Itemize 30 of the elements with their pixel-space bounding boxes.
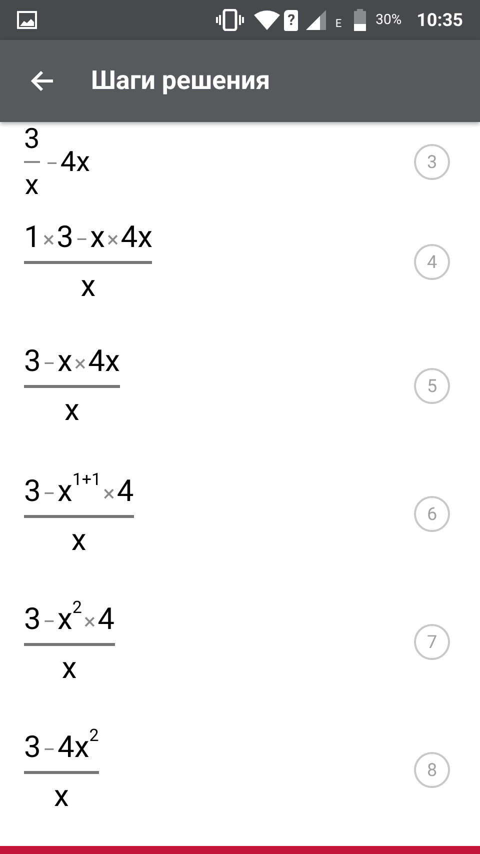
step-number: 8	[414, 752, 450, 788]
denominator: x	[24, 771, 99, 812]
clock: 10:35	[416, 8, 463, 32]
step-number: 4	[414, 244, 450, 280]
denominator: x	[24, 643, 115, 684]
back-arrow-icon	[30, 70, 54, 92]
step-number: 3	[414, 144, 450, 180]
screen-title: Шаги решения	[91, 64, 270, 98]
step-number: 5	[414, 368, 450, 404]
denominator: x	[24, 384, 120, 426]
numerator: 1×3−x×4x	[24, 222, 152, 256]
numerator: 3−4x$^{2}$	[24, 728, 99, 767]
denominator: x	[24, 515, 134, 556]
denominator: x	[24, 260, 152, 302]
expression: −4x	[44, 148, 90, 176]
step-number: 6	[414, 496, 450, 532]
wifi-icon	[254, 10, 280, 30]
step-number: 7	[414, 624, 450, 660]
numerator: 3	[24, 125, 40, 157]
picture-icon	[17, 11, 37, 29]
numerator: 3−x×4x	[24, 346, 120, 380]
sim-icon: ?	[284, 10, 298, 30]
numerator: 3−x$^{2}$ ×4	[24, 600, 115, 639]
network-type: E	[335, 16, 342, 32]
battery-level: 30%	[376, 10, 402, 30]
vibrate-icon	[216, 9, 244, 31]
numerator: 3−x$^{1+1}$ ×4	[24, 472, 134, 511]
battery-icon	[354, 9, 366, 31]
signal-icon	[306, 10, 326, 30]
denominator: x	[24, 161, 40, 199]
